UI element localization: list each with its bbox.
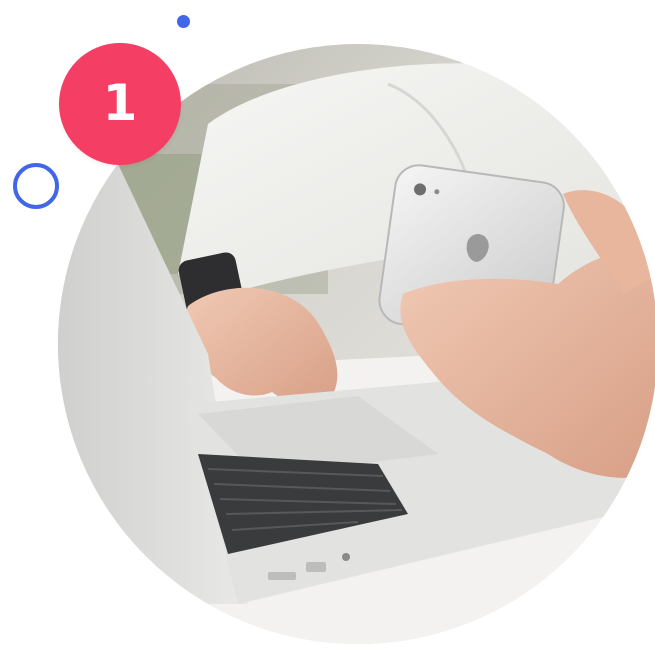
step-illustration: 1	[0, 0, 655, 648]
step-number: 1	[102, 74, 138, 132]
decorative-ring-icon	[13, 163, 59, 209]
audio-jack	[342, 553, 350, 561]
decorative-dot-icon	[177, 15, 190, 28]
usb-port	[268, 572, 296, 580]
usb-port-2	[306, 562, 326, 572]
step-number-badge: 1	[59, 43, 181, 165]
